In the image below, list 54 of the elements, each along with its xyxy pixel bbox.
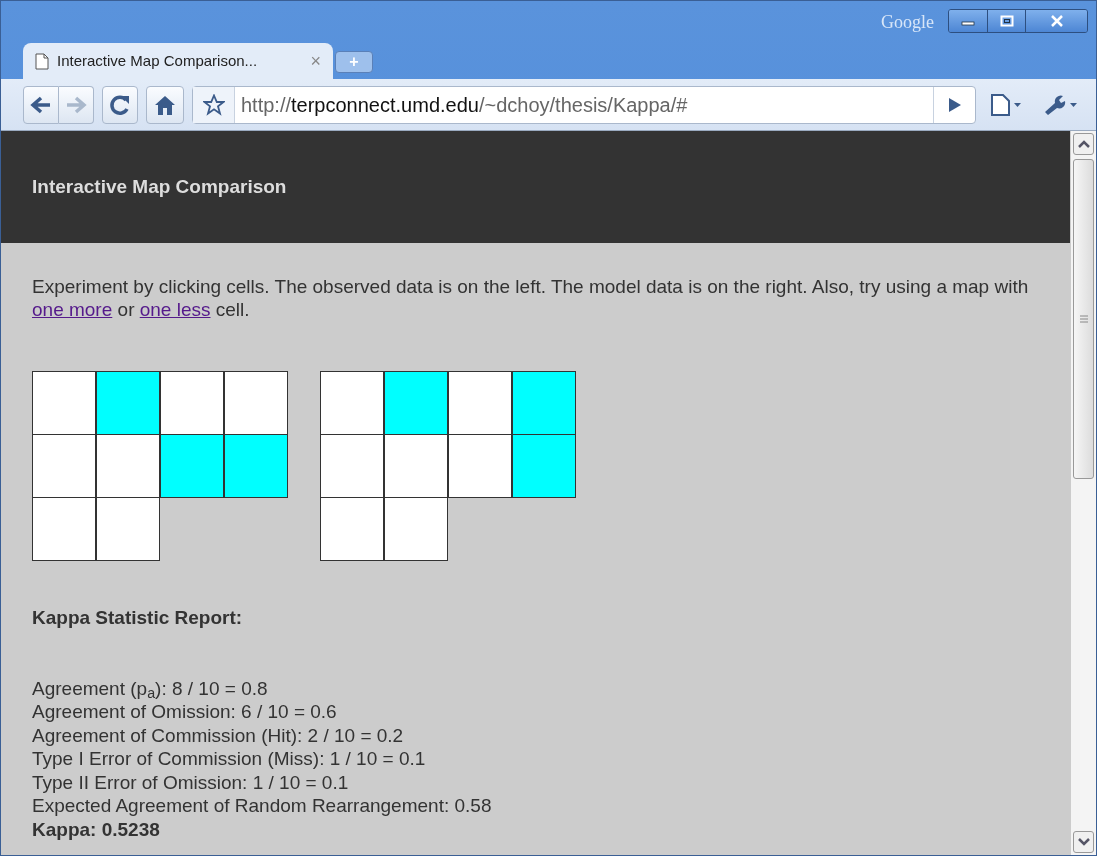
report-line: Type I Error of Commission (Miss): 1 / 10 = 0.1 xyxy=(32,747,427,771)
map-cell[interactable] xyxy=(224,371,288,435)
map-cell[interactable] xyxy=(512,434,576,498)
report-line: Agreement (p$_{a}$): 8 / 10 = 0.8 xyxy=(32,676,269,700)
map-cell[interactable] xyxy=(320,497,384,561)
map-cell[interactable] xyxy=(384,371,448,435)
scrollbar[interactable] xyxy=(1070,131,1096,855)
reload-icon xyxy=(109,93,131,116)
reload-button[interactable] xyxy=(102,85,138,124)
report-line: Type II Error of Omission: 1 / 10 = 0.1 xyxy=(32,770,350,794)
back-arrow-icon xyxy=(30,95,52,114)
brand-logo: Google xyxy=(881,11,934,34)
map-cell[interactable] xyxy=(96,497,160,561)
page-icon xyxy=(35,52,49,70)
map-cell[interactable] xyxy=(448,371,512,435)
intro-text: Experiment by clicking cells. The observed data is on the left. The model data is on the right. Also, try using a map with one more or one less cell. xyxy=(32,275,1030,321)
map-cell[interactable] xyxy=(448,434,512,498)
report-line: Agreement of Omission: 6 / 10 = 0.6 xyxy=(32,700,338,724)
tab-title: Interactive Map Comparison... xyxy=(57,50,258,71)
home-icon xyxy=(153,93,177,116)
map-cell[interactable] xyxy=(96,371,160,435)
map-cell[interactable] xyxy=(384,497,448,561)
maximize-button[interactable] xyxy=(987,10,1025,32)
report-line: Agreement of Commission (Hit): 2 / 10 = 0.2 xyxy=(32,723,405,747)
address-bar[interactable]: http://terpconnect.umd.edu/~dchoy/thesis/Kappa/# xyxy=(192,85,976,124)
maximize-icon xyxy=(999,15,1014,27)
play-icon xyxy=(947,96,962,113)
map-cell[interactable] xyxy=(320,434,384,498)
map-link[interactable]: one less xyxy=(139,299,211,320)
map-cell[interactable] xyxy=(320,371,384,435)
forward-arrow-icon xyxy=(65,95,87,114)
map-cell[interactable] xyxy=(32,371,96,435)
page-title: Interactive Map Comparison xyxy=(32,174,287,199)
map-cell[interactable] xyxy=(160,371,224,435)
back-button[interactable] xyxy=(23,85,59,124)
star-icon xyxy=(202,93,225,116)
map-cell[interactable] xyxy=(32,434,96,498)
home-button[interactable] xyxy=(146,85,184,124)
map-cell[interactable] xyxy=(160,434,224,498)
map-link[interactable]: one more xyxy=(32,299,113,320)
close-icon xyxy=(1049,15,1064,27)
report-heading: Kappa Statistic Report: xyxy=(32,606,244,630)
map-cell[interactable] xyxy=(384,434,448,498)
browser-tab[interactable]: Interactive Map Comparison... × xyxy=(23,43,333,79)
url-text: http://terpconnect.umd.edu/~dchoy/thesis/Kappa/# xyxy=(240,92,689,118)
close-button[interactable] xyxy=(1025,10,1087,32)
map-cell[interactable] xyxy=(32,497,96,561)
kappa-result: Kappa: 0.5238 xyxy=(32,817,161,841)
page-caret-icon xyxy=(990,93,1022,116)
report-line: Expected Agreement of Random Rearrangement: 0.58 xyxy=(32,794,493,818)
map-cell[interactable] xyxy=(512,371,576,435)
map-cell[interactable] xyxy=(96,434,160,498)
grip-icon xyxy=(1078,314,1089,324)
map-cell[interactable] xyxy=(224,434,288,498)
